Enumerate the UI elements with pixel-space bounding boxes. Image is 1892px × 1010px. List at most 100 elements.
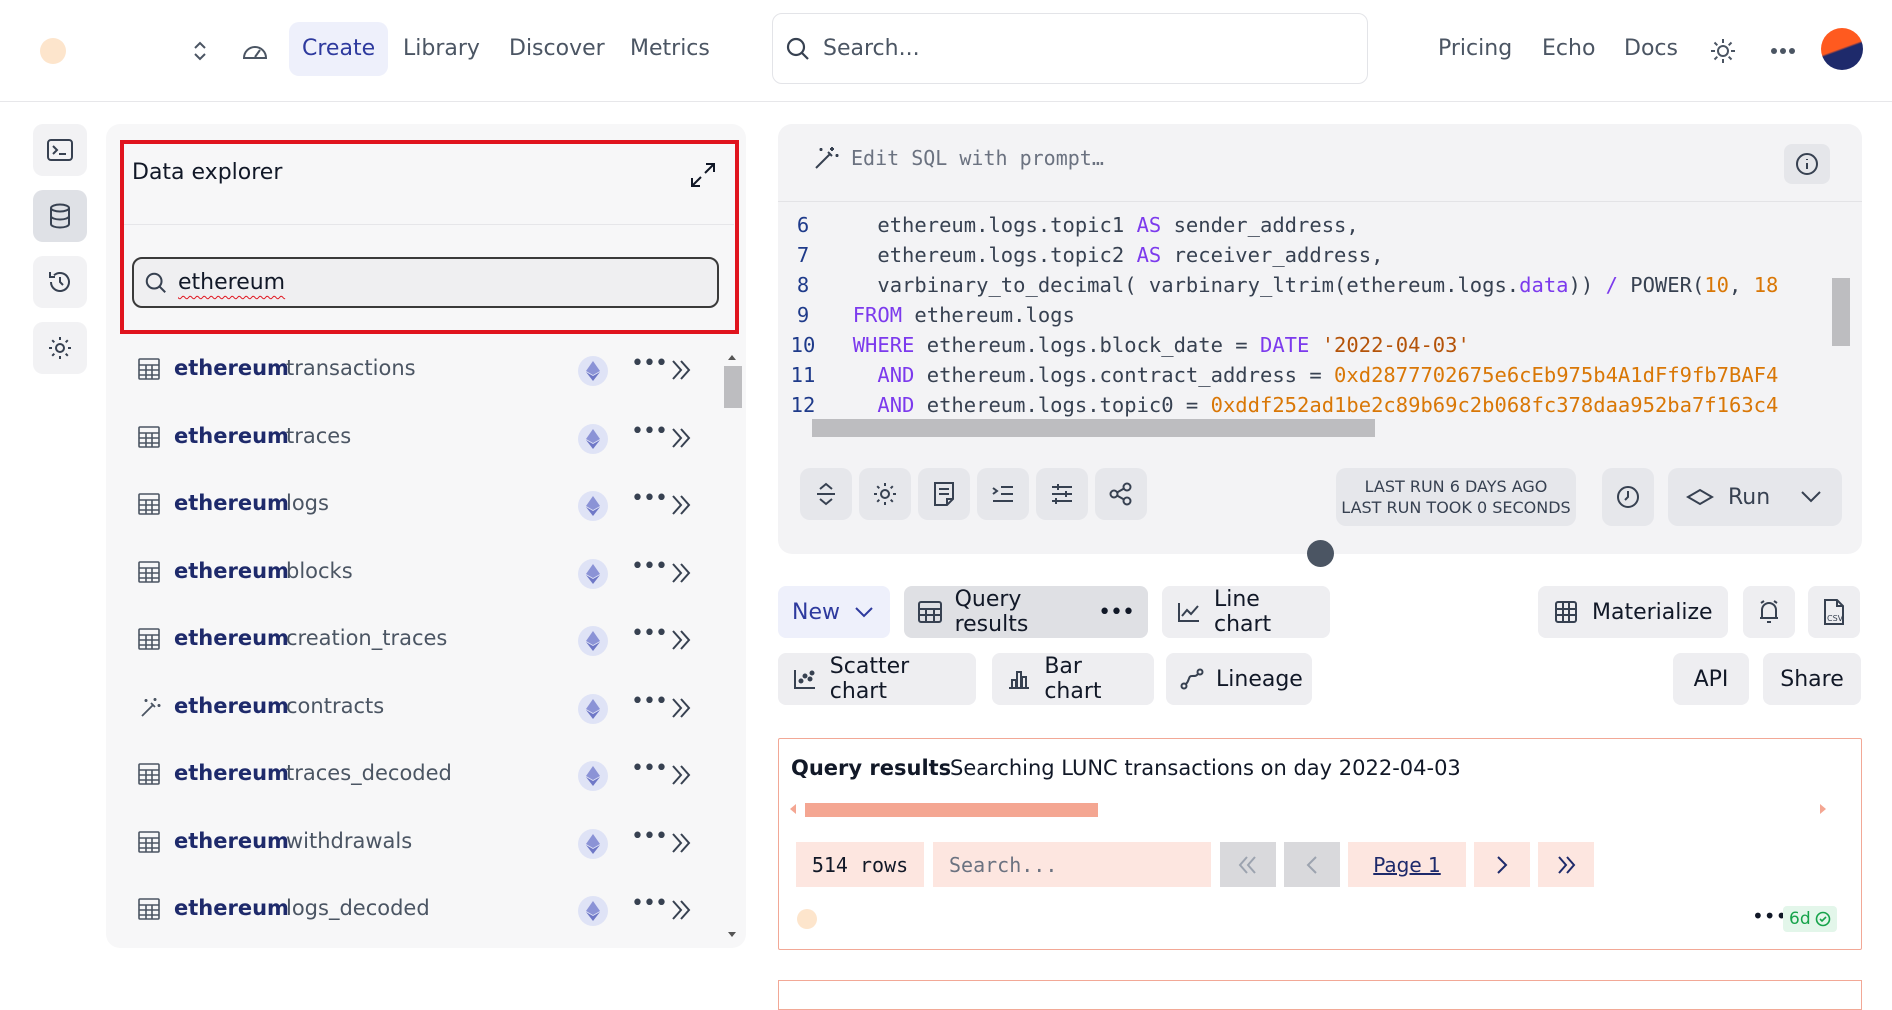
code-h-scrollbar[interactable] xyxy=(812,419,1375,437)
results-h-scrollbar[interactable] xyxy=(805,803,1098,817)
pricing-link[interactable]: Pricing xyxy=(1438,24,1512,74)
share-button[interactable]: Share xyxy=(1763,653,1861,705)
explorer-scroll-thumb[interactable] xyxy=(724,366,742,408)
table-row[interactable]: ethereum withdrawals ••• xyxy=(106,810,716,877)
schedule-clock-icon[interactable] xyxy=(1602,468,1654,526)
share-nodes-icon[interactable] xyxy=(1095,468,1147,520)
nav-library[interactable]: Library xyxy=(390,22,493,76)
table-name: traces xyxy=(286,423,352,448)
table-row[interactable]: ethereum creation_traces ••• xyxy=(106,607,716,674)
page-indicator[interactable]: Page 1 xyxy=(1348,842,1466,887)
table-row[interactable]: ethereum traces_decoded ••• xyxy=(106,742,716,809)
code-line: 9 FROM ethereum.logs xyxy=(796,303,1075,327)
tab-query-results[interactable]: Query results ••• xyxy=(904,586,1148,638)
code-area[interactable]: 6 ethereum.logs.topic1 AS sender_address… xyxy=(778,210,1838,420)
prev-page-button[interactable] xyxy=(1284,842,1340,887)
sun-icon[interactable] xyxy=(1706,34,1740,68)
code-v-scrollbar[interactable] xyxy=(1832,278,1850,346)
double-chevron-right-icon xyxy=(1558,855,1576,874)
scatter-chart-icon xyxy=(792,665,818,693)
more-icon[interactable]: ••• xyxy=(631,351,668,376)
double-chevron-right-icon[interactable] xyxy=(668,492,694,518)
tab-line-chart[interactable]: Line chart xyxy=(1162,586,1330,638)
first-page-button[interactable] xyxy=(1220,842,1276,887)
dashboard-gauge-icon[interactable] xyxy=(238,34,272,68)
more-icon[interactable]: ••• xyxy=(631,891,668,916)
history-icon[interactable] xyxy=(33,256,87,308)
nav-create[interactable]: Create xyxy=(289,22,389,76)
more-icon[interactable]: ••• xyxy=(631,419,668,444)
format-expand-icon[interactable] xyxy=(800,468,852,520)
double-chevron-right-icon[interactable] xyxy=(668,560,694,586)
info-icon[interactable] xyxy=(1784,144,1830,184)
double-chevron-right-icon[interactable] xyxy=(668,425,694,451)
more-icon[interactable]: ••• xyxy=(631,486,668,511)
logo[interactable] xyxy=(40,38,66,64)
share-label: Share xyxy=(1780,666,1844,692)
tab-bar-chart[interactable]: Bar chart xyxy=(992,653,1154,705)
new-viz-button[interactable]: New xyxy=(778,586,890,638)
database-icon[interactable] xyxy=(33,190,87,242)
results-search-placeholder[interactable]: Search... xyxy=(949,853,1057,877)
page-label[interactable]: Page 1 xyxy=(1373,853,1441,877)
docs-link[interactable]: Docs xyxy=(1624,24,1678,74)
chevron-up-down-icon[interactable] xyxy=(183,34,217,68)
chevron-down-icon[interactable] xyxy=(1800,490,1822,504)
settings-gear-icon[interactable] xyxy=(33,322,87,374)
ethereum-chain-icon xyxy=(578,491,608,521)
prompt-placeholder[interactable]: Edit SQL with prompt… xyxy=(851,146,1104,170)
explorer-search-value[interactable]: ethereum xyxy=(178,270,285,295)
more-icon[interactable]: ••• xyxy=(631,824,668,849)
terminal-icon[interactable] xyxy=(33,124,87,176)
tab-scatter-chart[interactable]: Scatter chart xyxy=(778,653,976,705)
double-chevron-right-icon[interactable] xyxy=(668,695,694,721)
double-chevron-right-icon[interactable] xyxy=(668,897,694,923)
results-scroll-left-icon[interactable] xyxy=(788,802,798,816)
next-results-panel xyxy=(778,980,1862,1010)
table-row[interactable]: ethereum traces ••• xyxy=(106,405,716,472)
tab-lineage[interactable]: Lineage xyxy=(1166,653,1312,705)
next-page-button[interactable] xyxy=(1474,842,1530,887)
sliders-icon[interactable] xyxy=(1036,468,1088,520)
global-search-input[interactable] xyxy=(823,36,1323,61)
api-label: API xyxy=(1693,666,1729,692)
materialize-button[interactable]: Materialize xyxy=(1538,586,1728,638)
code-line: 11 AND ethereum.logs.contract_address = … xyxy=(790,363,1779,387)
double-chevron-right-icon[interactable] xyxy=(668,627,694,653)
table-row[interactable]: ethereum blocks ••• xyxy=(106,540,716,607)
more-menu-icon[interactable] xyxy=(1766,34,1800,68)
run-button[interactable]: Run xyxy=(1668,468,1842,526)
last-page-button[interactable] xyxy=(1538,842,1594,887)
double-chevron-right-icon[interactable] xyxy=(668,762,694,788)
notes-icon[interactable] xyxy=(918,468,970,520)
nav-discover[interactable]: Discover xyxy=(496,22,618,76)
more-icon[interactable]: ••• xyxy=(631,621,668,646)
explorer-scrollbar[interactable] xyxy=(722,348,742,944)
more-icon[interactable]: ••• xyxy=(631,554,668,579)
explorer-search-input[interactable]: ethereum xyxy=(132,257,719,308)
api-button[interactable]: API xyxy=(1673,653,1749,705)
expand-icon[interactable] xyxy=(686,158,720,192)
more-icon[interactable]: ••• xyxy=(1098,600,1135,625)
user-avatar[interactable] xyxy=(1821,28,1863,70)
indent-list-icon[interactable] xyxy=(977,468,1029,520)
results-scroll-right-icon[interactable] xyxy=(1818,802,1828,816)
csv-download-icon[interactable]: CSV xyxy=(1808,586,1860,638)
table-row[interactable]: ethereum transactions ••• xyxy=(106,337,716,404)
alarm-bell-icon[interactable] xyxy=(1743,586,1795,638)
editor-settings-icon[interactable] xyxy=(859,468,911,520)
table-row[interactable]: ethereum contracts ••• xyxy=(106,675,716,742)
resize-handle[interactable] xyxy=(1307,540,1334,567)
table-row[interactable]: ethereum logs_decoded ••• xyxy=(106,877,716,944)
double-chevron-right-icon[interactable] xyxy=(668,830,694,856)
echo-link[interactable]: Echo xyxy=(1542,24,1595,74)
nav-metrics[interactable]: Metrics xyxy=(617,22,723,76)
double-chevron-right-icon[interactable] xyxy=(668,357,694,383)
table-name: traces_decoded xyxy=(286,761,452,785)
global-search[interactable] xyxy=(772,13,1368,84)
more-icon[interactable]: ••• xyxy=(631,689,668,714)
more-icon[interactable]: ••• xyxy=(631,756,668,781)
results-search-input[interactable]: Search... xyxy=(933,842,1211,887)
table-row[interactable]: ethereum logs ••• xyxy=(106,472,716,539)
table-name: logs_decoded xyxy=(286,896,430,920)
